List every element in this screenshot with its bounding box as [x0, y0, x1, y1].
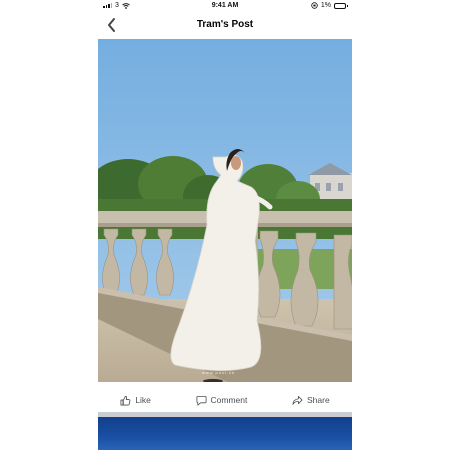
battery-icon	[334, 2, 348, 9]
share-label: Share	[307, 395, 330, 405]
orientation-lock-icon	[311, 2, 318, 9]
page-title: Tram's Post	[196, 19, 254, 30]
battery-percent: 1%	[320, 2, 331, 9]
post-header: Tram's Post	[98, 12, 352, 39]
thumbs-up-icon	[120, 395, 131, 405]
post-screen: 3 9:41 AM 1% Tram's Post www.poxi.vn Lik…	[98, 0, 352, 450]
post-action-bar: Like Comment Share	[98, 388, 352, 412]
share-arrow-icon	[292, 395, 303, 405]
comment-label: Comment	[210, 395, 248, 405]
comment-button[interactable]: Comment	[190, 393, 254, 408]
post-photo[interactable]: www.poxi.vn	[98, 39, 352, 382]
photo-watermark: www.poxi.vn	[202, 370, 236, 375]
like-label: Like	[135, 395, 151, 405]
status-bar: 3 9:41 AM 1%	[98, 0, 352, 12]
share-button[interactable]: Share	[286, 393, 336, 408]
next-post-photo-preview[interactable]	[98, 417, 352, 450]
like-button[interactable]: Like	[114, 393, 157, 408]
post-photo-image	[98, 39, 352, 382]
comment-bubble-icon	[196, 395, 207, 405]
